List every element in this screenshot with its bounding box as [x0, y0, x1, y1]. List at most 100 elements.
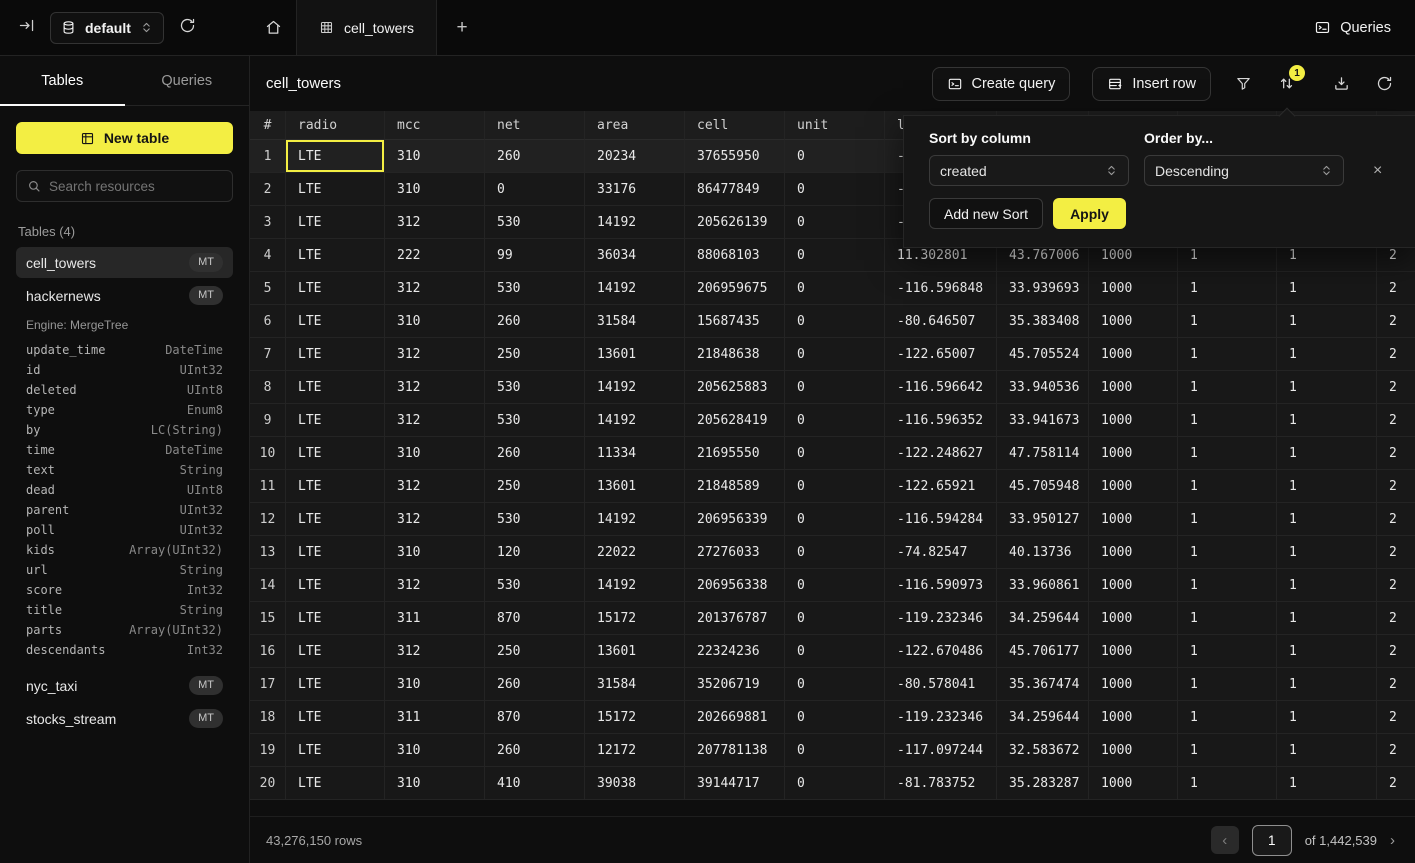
table-cell[interactable]: -80.578041	[885, 668, 997, 701]
table-cell[interactable]: 14192	[585, 272, 685, 305]
table-cell[interactable]: LTE	[286, 338, 385, 371]
table-cell[interactable]: 0	[785, 338, 885, 371]
table-cell[interactable]: 206956339	[685, 503, 785, 536]
table-cell[interactable]: 1000	[1089, 569, 1178, 602]
table-cell[interactable]: 260	[485, 140, 585, 173]
table-cell[interactable]: 0	[785, 503, 885, 536]
table-cell[interactable]: -116.596848	[885, 272, 997, 305]
table-cell[interactable]: 14192	[585, 569, 685, 602]
table-cell[interactable]: 1000	[1089, 635, 1178, 668]
table-cell[interactable]: 2	[1377, 404, 1415, 437]
table-cell[interactable]: 35206719	[685, 668, 785, 701]
table-cell[interactable]: 2	[1377, 635, 1415, 668]
table-cell[interactable]: 1	[1178, 668, 1277, 701]
create-query-button[interactable]: Create query	[932, 67, 1071, 101]
table-cell[interactable]: 312	[385, 404, 485, 437]
table-cell[interactable]: 1	[1178, 305, 1277, 338]
table-cell[interactable]: 530	[485, 404, 585, 437]
table-cell[interactable]: LTE	[286, 305, 385, 338]
table-cell[interactable]: -81.783752	[885, 767, 997, 800]
table-cell[interactable]: 0	[785, 701, 885, 734]
table-cell[interactable]: 120	[485, 536, 585, 569]
table-cell[interactable]: LTE	[286, 569, 385, 602]
table-cell[interactable]: 13601	[585, 338, 685, 371]
table-cell[interactable]: 36034	[585, 239, 685, 272]
table-cell[interactable]: 870	[485, 602, 585, 635]
column-header-mcc[interactable]: mcc	[385, 111, 485, 140]
table-cell[interactable]: 13601	[585, 635, 685, 668]
table-cell[interactable]: LTE	[286, 173, 385, 206]
table-cell[interactable]: 0	[785, 437, 885, 470]
table-cell[interactable]: 311	[385, 701, 485, 734]
table-cell[interactable]: 310	[385, 140, 485, 173]
table-cell[interactable]: 205628419	[685, 404, 785, 437]
table-cell[interactable]: 2	[1377, 668, 1415, 701]
table-cell[interactable]: 0	[785, 371, 885, 404]
table-cell[interactable]: 0	[785, 140, 885, 173]
search-resources-input[interactable]	[49, 179, 222, 194]
table-cell[interactable]: 14192	[585, 404, 685, 437]
table-cell[interactable]: 2	[1377, 503, 1415, 536]
table-cell[interactable]: 310	[385, 767, 485, 800]
table-cell[interactable]: 1000	[1089, 536, 1178, 569]
table-cell[interactable]: 1	[1178, 404, 1277, 437]
table-cell[interactable]: -74.82547	[885, 536, 997, 569]
table-cell[interactable]: 33176	[585, 173, 685, 206]
table-cell[interactable]: 260	[485, 437, 585, 470]
table-cell[interactable]: -122.248627	[885, 437, 997, 470]
table-cell[interactable]: LTE	[286, 470, 385, 503]
sort-order-select[interactable]: Descending	[1144, 155, 1344, 186]
table-cell[interactable]: 1	[1277, 272, 1377, 305]
table-cell[interactable]: 1	[1178, 503, 1277, 536]
table-cell[interactable]: 0	[785, 404, 885, 437]
table-cell[interactable]: 1000	[1089, 503, 1178, 536]
table-cell[interactable]: 310	[385, 173, 485, 206]
table-cell[interactable]: 0	[785, 470, 885, 503]
new-tab-button[interactable]: +	[437, 0, 487, 55]
table-cell[interactable]: 1000	[1089, 734, 1178, 767]
table-cell[interactable]: LTE	[286, 140, 385, 173]
refresh-connection-button[interactable]	[179, 17, 196, 39]
table-cell[interactable]: 1	[1277, 503, 1377, 536]
table-cell[interactable]: 1000	[1089, 602, 1178, 635]
table-cell[interactable]: LTE	[286, 701, 385, 734]
table-cell[interactable]: 2	[1377, 536, 1415, 569]
table-cell[interactable]: 0	[785, 173, 885, 206]
table-cell[interactable]: 15172	[585, 701, 685, 734]
table-cell[interactable]: 205626139	[685, 206, 785, 239]
table-cell[interactable]: 1	[1277, 404, 1377, 437]
table-cell[interactable]: 31584	[585, 305, 685, 338]
table-cell[interactable]: 312	[385, 569, 485, 602]
table-cell[interactable]: 0	[785, 206, 885, 239]
table-cell[interactable]: 47.758114	[997, 437, 1089, 470]
table-cell[interactable]: 13601	[585, 470, 685, 503]
page-number-input[interactable]	[1252, 825, 1292, 856]
table-cell[interactable]: 37655950	[685, 140, 785, 173]
column-header-cell[interactable]: cell	[685, 111, 785, 140]
table-cell[interactable]: 33.939693	[997, 272, 1089, 305]
table-cell[interactable]: 1	[1178, 272, 1277, 305]
table-cell[interactable]: 99	[485, 239, 585, 272]
table-cell[interactable]: 14192	[585, 206, 685, 239]
table-cell[interactable]: 1000	[1089, 701, 1178, 734]
table-cell[interactable]: 0	[785, 767, 885, 800]
table-cell[interactable]: LTE	[286, 503, 385, 536]
table-cell[interactable]: LTE	[286, 602, 385, 635]
table-cell[interactable]: 0	[785, 635, 885, 668]
column-header-unit[interactable]: unit	[785, 111, 885, 140]
table-cell[interactable]: 0	[785, 569, 885, 602]
table-cell[interactable]: 207781138	[685, 734, 785, 767]
table-cell[interactable]: 530	[485, 503, 585, 536]
table-cell[interactable]: 1	[1178, 569, 1277, 602]
table-cell[interactable]: 0	[785, 602, 885, 635]
table-cell[interactable]: 35.283287	[997, 767, 1089, 800]
table-cell[interactable]: 1	[1178, 602, 1277, 635]
table-cell[interactable]: 1	[1178, 437, 1277, 470]
table-cell[interactable]: 86477849	[685, 173, 785, 206]
table-cell[interactable]: 2	[1377, 437, 1415, 470]
table-cell[interactable]: LTE	[286, 437, 385, 470]
queries-button[interactable]: Queries	[1314, 0, 1391, 55]
table-cell[interactable]: 2	[1377, 338, 1415, 371]
table-cell[interactable]: 0	[485, 173, 585, 206]
tab-cell-towers[interactable]: cell_towers	[296, 0, 437, 55]
